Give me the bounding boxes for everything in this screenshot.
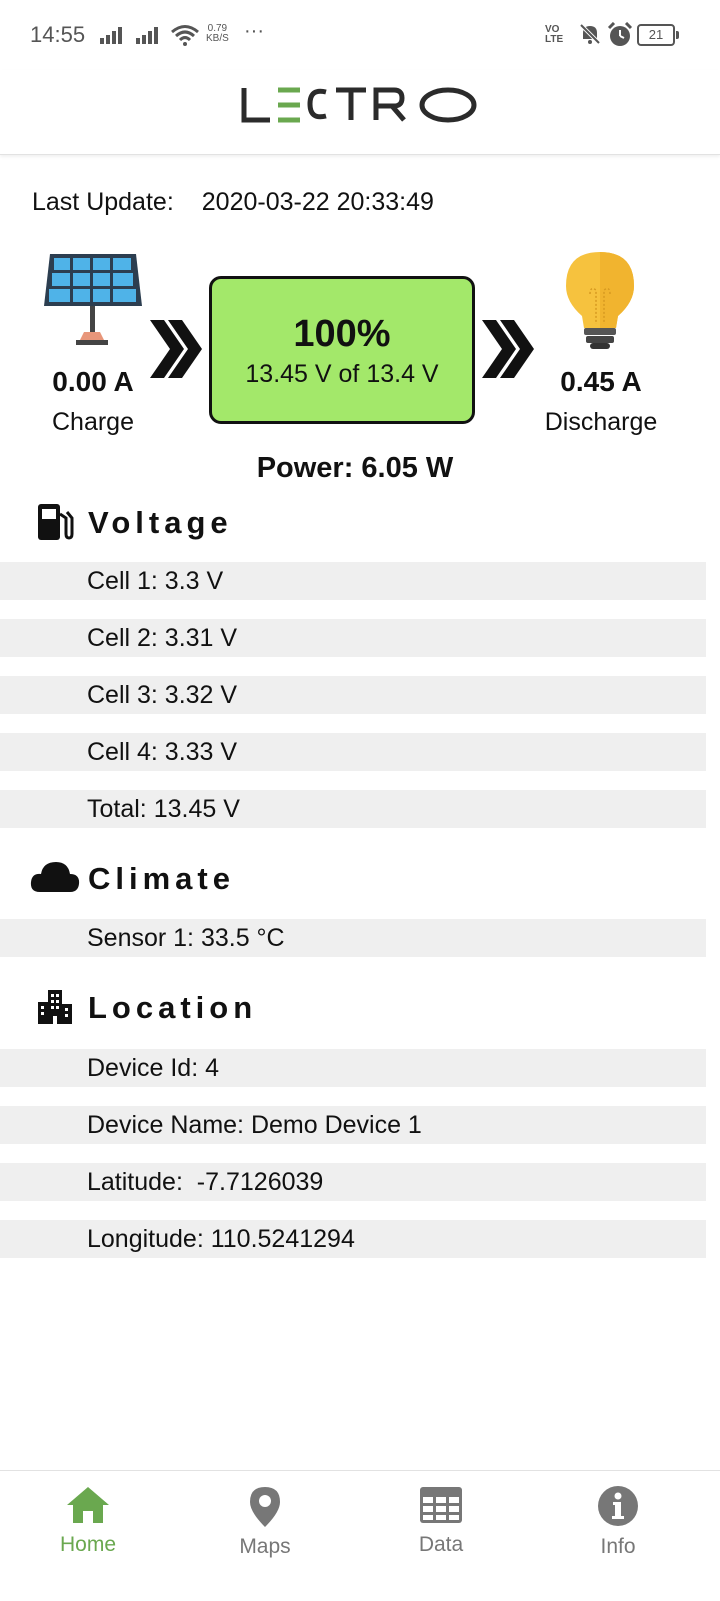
cellular-signal-icon	[136, 27, 158, 44]
wifi-icon	[171, 25, 199, 46]
list-item: Device Name: Demo Device 1	[0, 1106, 706, 1144]
home-icon	[67, 1487, 109, 1523]
nav-info-label: Info	[600, 1535, 636, 1558]
list-item: Total: 13.45 V	[0, 790, 706, 828]
volte-icon: VO LTE	[545, 24, 564, 45]
app-header	[0, 70, 720, 155]
cloud-icon	[30, 862, 80, 892]
list-item: Device Id: 4	[0, 1049, 706, 1087]
bottom-navigation: Home Maps Data Info	[0, 1470, 720, 1601]
flow-arrow-icon	[150, 320, 202, 378]
nav-data-label: Data	[418, 1533, 464, 1556]
list-item: Cell 3: 3.32 V	[0, 676, 706, 714]
discharge-current: 0.45 A	[560, 366, 642, 397]
nav-info[interactable]: Info	[548, 1471, 688, 1559]
alarm-icon	[607, 22, 633, 46]
fuel-pump-icon	[38, 504, 74, 540]
last-update: Last Update: 2020-03-22 20:33:49	[32, 188, 434, 217]
cellular-signal-icon	[100, 27, 122, 44]
info-icon	[598, 1486, 638, 1526]
last-update-value: 2020-03-22 20:33:49	[201, 188, 434, 216]
status-bar: 14:55 0.79 KB/S ··· VO LTE 21	[0, 0, 720, 70]
list-item: Cell 2: 3.31 V	[0, 619, 706, 657]
last-update-label: Last Update:	[32, 188, 174, 216]
power-readout: Power: 6.05 W	[256, 452, 454, 484]
charge-label: Charge	[52, 408, 134, 436]
list-item: Latitude: -7.7126039	[0, 1163, 706, 1201]
solar-panel-icon	[44, 254, 142, 345]
lectro-logo	[0, 74, 720, 139]
map-pin-icon	[250, 1487, 280, 1527]
battery-indicator: 21	[637, 24, 679, 46]
voltage-section-title: Voltage	[88, 505, 233, 540]
battery-voltage: 13.45 V of 13.4 V	[245, 360, 439, 388]
light-bulb-icon	[566, 252, 634, 349]
discharge-label: Discharge	[544, 408, 658, 436]
more-notifications-icon: ···	[244, 20, 264, 42]
building-icon	[38, 990, 72, 1024]
nav-home[interactable]: Home	[18, 1471, 158, 1557]
nav-data[interactable]: Data	[371, 1471, 511, 1557]
nav-maps-label: Maps	[239, 1535, 291, 1558]
charge-current: 0.00 A	[52, 366, 134, 397]
battery-percent: 100%	[293, 313, 391, 355]
net-speed: 0.79 KB/S	[206, 23, 229, 44]
climate-section-title: Climate	[88, 861, 235, 896]
status-time: 14:55	[30, 22, 86, 47]
list-item: Cell 1: 3.3 V	[0, 562, 706, 600]
table-icon	[420, 1487, 462, 1523]
location-section-title: Location	[88, 990, 258, 1025]
mute-bell-icon	[579, 23, 601, 45]
list-item: Cell 4: 3.33 V	[0, 733, 706, 771]
nav-home-label: Home	[59, 1533, 117, 1556]
list-item: Sensor 1: 33.5 °C	[0, 919, 706, 957]
list-item: Longitude: 110.5241294	[0, 1220, 706, 1258]
nav-maps[interactable]: Maps	[195, 1471, 335, 1559]
battery-status-card: 100% 13.45 V of 13.4 V	[209, 276, 475, 424]
